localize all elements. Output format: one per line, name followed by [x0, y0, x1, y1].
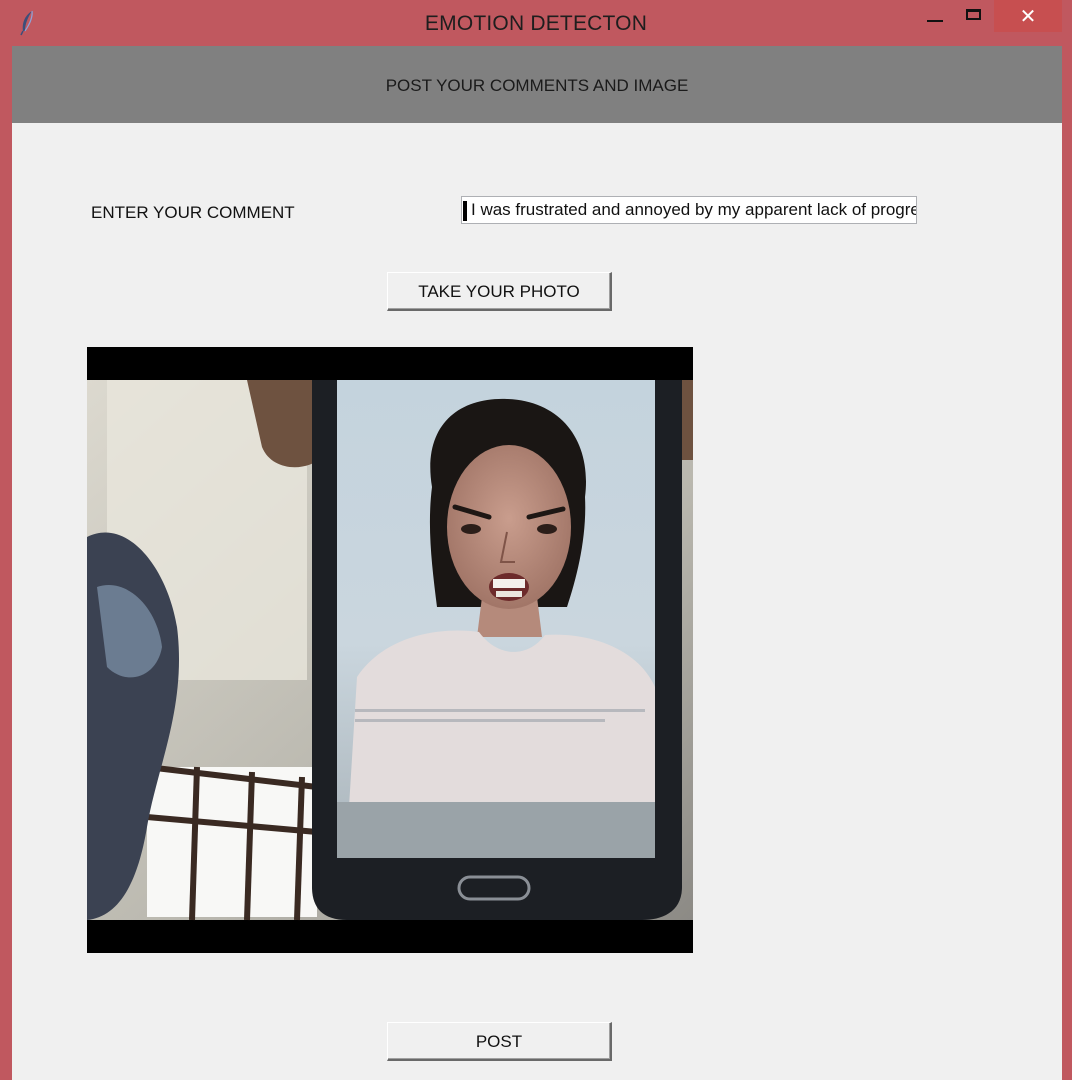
app-window: EMOTION DETECTON ✕ POST YOUR COMMENTS AN… — [0, 0, 1072, 1080]
minimize-button[interactable] — [916, 0, 954, 32]
captured-photo — [87, 347, 693, 953]
comment-label: ENTER YOUR COMMENT — [91, 203, 295, 222]
comment-input[interactable] — [461, 196, 917, 224]
maximize-button[interactable] — [954, 0, 994, 32]
captured-photo-image — [87, 347, 693, 953]
close-icon: ✕ — [1019, 4, 1037, 28]
maximize-icon — [966, 9, 981, 20]
header-title: POST YOUR COMMENTS AND IMAGE — [385, 76, 689, 95]
header-banner: POST YOUR COMMENTS AND IMAGE — [12, 46, 1062, 123]
take-photo-button[interactable]: TAKE YOUR PHOTO — [387, 272, 612, 311]
close-button[interactable]: ✕ — [994, 0, 1062, 32]
title-bar[interactable]: EMOTION DETECTON ✕ — [0, 0, 1072, 46]
text-caret — [463, 201, 467, 221]
minimize-icon — [927, 20, 943, 22]
client-area: POST YOUR COMMENTS AND IMAGE ENTER YOUR … — [12, 46, 1062, 1080]
window-title: EMOTION DETECTON — [424, 12, 648, 35]
post-button[interactable]: POST — [387, 1022, 612, 1061]
